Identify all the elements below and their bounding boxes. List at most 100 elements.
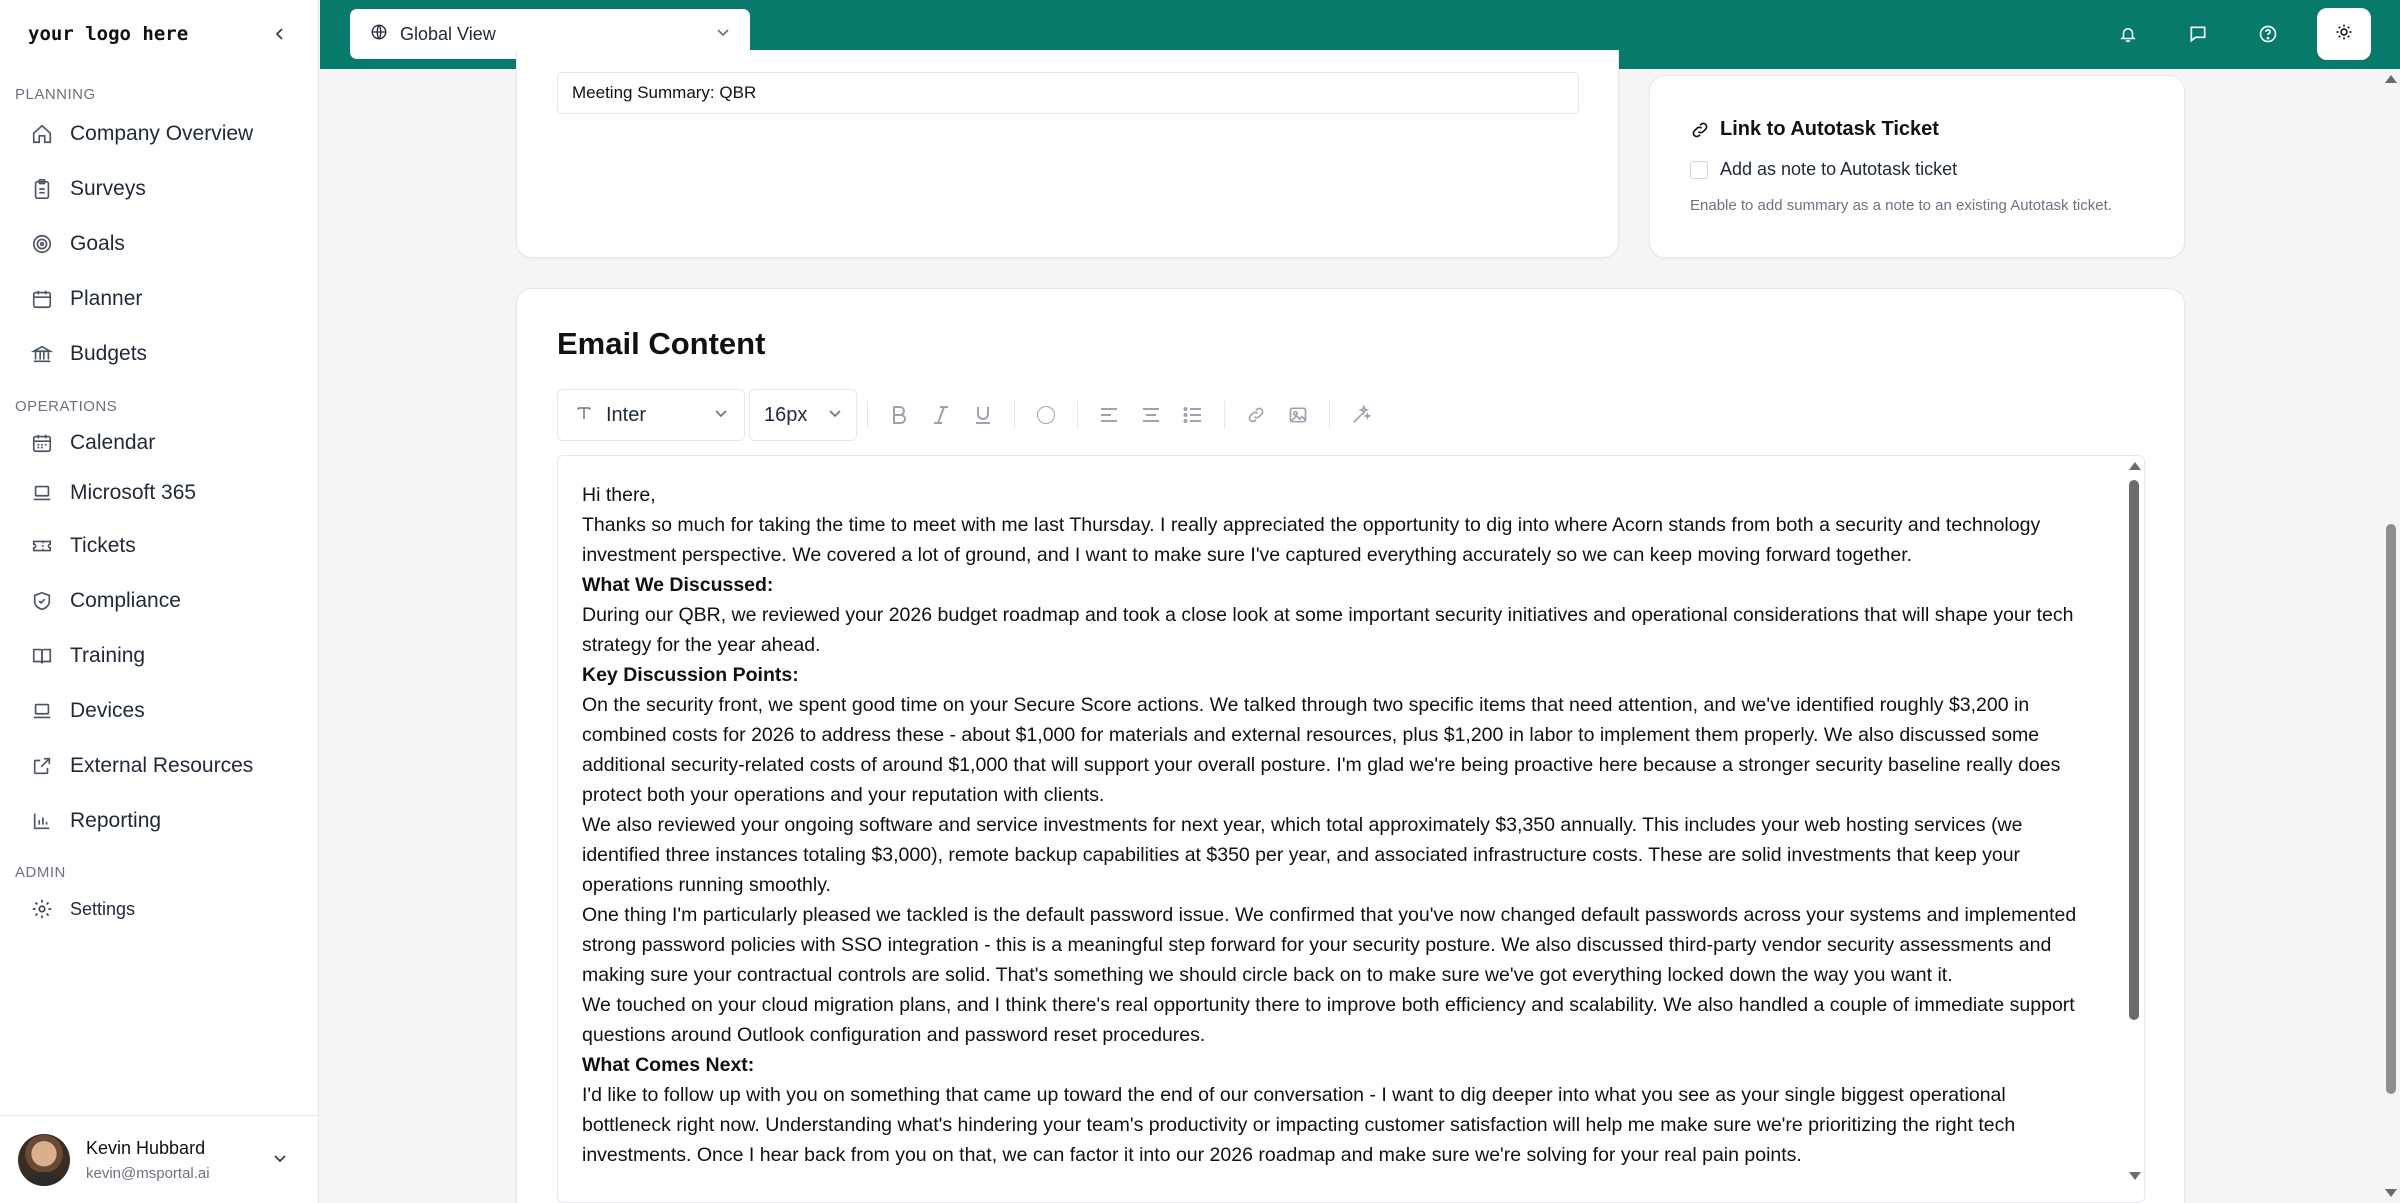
font-family-value: Inter [606,403,647,426]
email-content-title: Email Content [557,326,766,361]
align-left-icon [1101,408,1117,422]
chevron-down-icon[interactable] [273,1151,287,1169]
sidebar-item-label: Budgets [70,341,148,365]
sidebar-item-microsoft-365[interactable]: Microsoft 365 [0,468,318,518]
sidebar-item-label: External Resources [70,753,254,777]
scroll-up-arrow-icon[interactable] [2129,462,2141,470]
email-heading: What We Discussed: [582,574,774,596]
scroll-up-arrow-icon[interactable] [2385,75,2397,83]
scroll-down-arrow-icon[interactable] [2129,1172,2141,1180]
globe-icon [370,23,388,46]
sidebar-item-company-overview[interactable]: Company Overview [0,106,318,161]
sidebar-item-label: Company Overview [70,121,254,145]
sidebar-item-external-resources[interactable]: External Resources [0,738,318,793]
scroll-down-arrow-icon[interactable] [2385,1189,2397,1197]
insert-image-button[interactable] [1282,399,1314,431]
sidebar-item-planner[interactable]: Planner [0,271,318,326]
sidebar-item-reporting[interactable]: Reporting [0,793,318,848]
italic-icon [934,406,948,424]
bold-button[interactable] [883,399,915,431]
toolbar-divider [1077,401,1078,429]
sidebar-item-devices[interactable]: Devices [0,683,318,738]
sidebar-item-label: Devices [70,698,145,722]
global-view-label: Global View [400,23,496,44]
chevron-down-icon [714,406,728,424]
sidebar-item-compliance[interactable]: Compliance [0,573,318,628]
sidebar-item-label: Settings [70,898,136,919]
sidebar-item-calendar[interactable]: Calendar [0,418,318,468]
message-icon[interactable] [2181,17,2215,51]
theme-toggle-button[interactable] [2317,8,2371,60]
autotask-checkbox-label: Add as note to Autotask ticket [1720,159,1958,179]
book-icon [30,644,54,668]
sidebar-item-surveys[interactable]: Surveys [0,161,318,216]
bell-icon[interactable] [2111,17,2145,51]
insert-link-button[interactable] [1240,399,1272,431]
sidebar-item-label: Compliance [70,588,181,612]
sidebar-item-label: Surveys [70,176,146,200]
autotask-card: Link to Autotask Ticket Add as note to A… [1649,75,2185,258]
align-left-button[interactable] [1093,399,1125,431]
email-content-card: Email Content Inter 16px Hi there, Thank… [516,288,2185,1203]
email-line: Thanks so much for taking the time to me… [582,514,2041,566]
scrollbar-thumb[interactable] [2129,480,2139,1020]
laptop-icon [30,481,54,505]
scrollbar-thumb[interactable] [2386,524,2396,1094]
color-circle-icon [1037,406,1055,424]
autotask-title: Link to Autotask Ticket [1690,118,1939,141]
calendar-icon [30,287,54,311]
laptop-icon [30,699,54,723]
section-label-planning: PLANNING [15,86,96,103]
home-icon [30,122,54,146]
email-line: On the security front, we spent good tim… [582,694,2061,806]
sidebar-item-label: Training [70,643,146,667]
text-color-button[interactable] [1030,399,1062,431]
align-center-button[interactable] [1135,399,1167,431]
subject-input[interactable]: Meeting Summary: QBR [557,72,1579,114]
email-line: I'd like to follow up with you on someth… [582,1084,2016,1166]
font-size-select[interactable]: 16px [749,389,857,441]
sidebar-item-settings[interactable]: Settings [0,884,318,934]
autotask-help-text: Enable to add summary as a note to an ex… [1690,197,2112,214]
sidebar-item-goals[interactable]: Goals [0,216,318,271]
bullet-list-button[interactable] [1177,399,1209,431]
user-email: kevin@msportal.ai [86,1164,210,1182]
collapse-sidebar-button[interactable] [268,22,292,46]
autotask-checkbox[interactable] [1690,160,1708,179]
avatar [18,1133,70,1186]
email-line: We touched on your cloud migration plans… [582,994,2075,1046]
email-heading: Key Discussion Points: [582,664,799,686]
sidebar-item-label: Microsoft 365 [70,481,197,504]
bold-icon [893,406,906,424]
email-line: Hi there, [582,484,656,506]
user-profile[interactable]: Kevin Hubbard kevin@msportal.ai [0,1115,319,1203]
gear-icon [30,897,54,921]
underline-button[interactable] [967,399,999,431]
external-link-icon [30,754,54,778]
image-icon [1289,407,1307,423]
section-label-operations: OPERATIONS [15,398,118,415]
email-line: One thing I'm particularly pleased we ta… [582,904,2077,986]
sidebar-item-training[interactable]: Training [0,628,318,683]
email-body-content[interactable]: Hi there, Thanks so much for taking the … [558,456,2118,1170]
page-scrollbar[interactable] [2382,69,2400,1203]
user-name: Kevin Hubbard [86,1137,206,1158]
toolbar-divider [867,401,868,429]
email-body-editor[interactable]: Hi there, Thanks so much for taking the … [557,455,2145,1203]
toolbar-divider [1329,401,1330,429]
font-family-select[interactable]: Inter [557,389,745,441]
email-line: During our QBR, we reviewed your 2026 bu… [582,604,2074,656]
sidebar-item-label: Planner [70,286,143,310]
logo-row: your logo here [0,0,318,68]
target-icon [30,232,54,256]
autotask-checkbox-row[interactable]: Add as note to Autotask ticket [1690,159,1957,180]
clipboard-icon [30,177,54,201]
sidebar-item-tickets[interactable]: Tickets [0,518,318,573]
sidebar-item-budgets[interactable]: Budgets [0,326,318,381]
ai-assist-button[interactable] [1345,399,1377,431]
help-icon[interactable] [2251,17,2285,51]
italic-button[interactable] [925,399,957,431]
sidebar-item-label: Reporting [70,808,162,832]
editor-scrollbar[interactable] [2126,456,2144,1202]
list-icon [1183,407,1201,423]
